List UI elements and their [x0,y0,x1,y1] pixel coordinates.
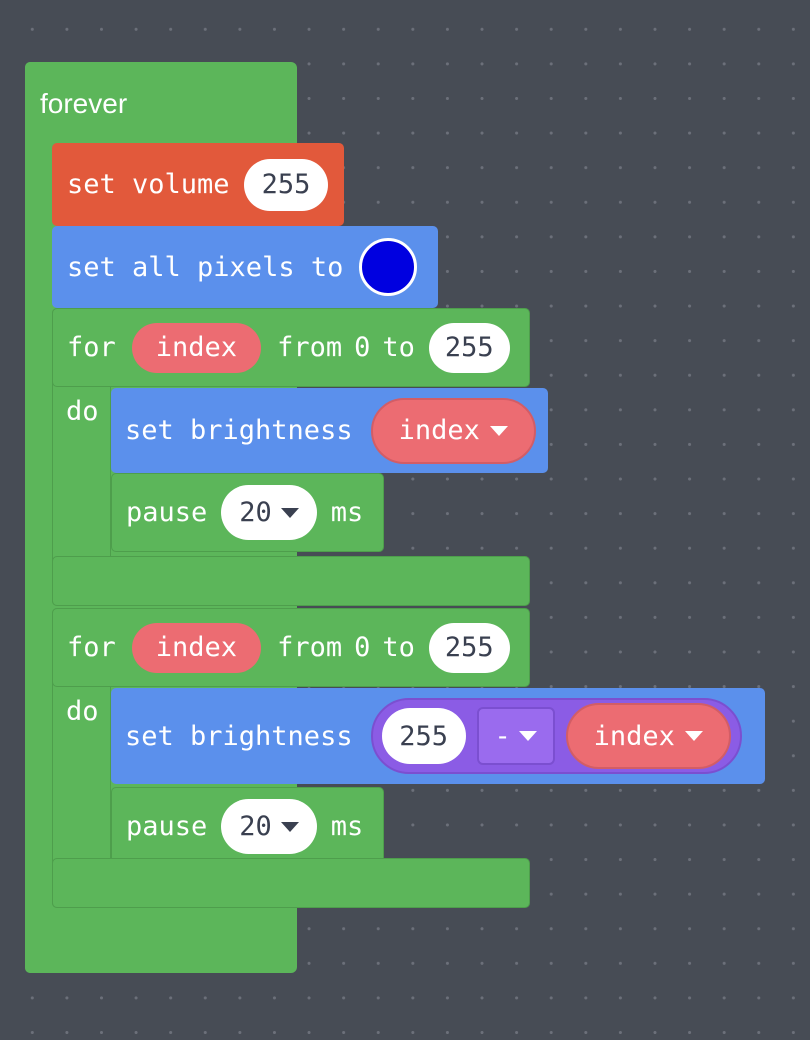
color-swatch-field[interactable] [359,238,418,296]
pause-value-text-2: 20 [239,811,272,842]
operator-symbol-dropdown[interactable]: - [476,707,555,765]
forever-label: forever [40,88,128,119]
forever-block-spine [25,62,53,973]
for-loop-1-from-value: 0 [354,332,371,363]
from-keyword-label: from [277,632,343,663]
to-keyword-label: to [382,332,415,363]
blocks-workspace[interactable]: forever set volume 255 set all pixels to… [0,0,810,1040]
chevron-down-icon [518,731,537,741]
set-brightness-block-1[interactable]: set brightness index [111,388,548,473]
operator-right-variable-text: index [593,720,675,752]
subtract-operator-block[interactable]: 255 - index [370,698,742,774]
set-volume-block[interactable]: set volume 255 [52,143,344,226]
pause-unit-label-2: ms [330,811,364,842]
pause-block-1[interactable]: pause 20 ms [111,473,384,552]
from-keyword-label: from [277,332,343,363]
pause-label-1: pause [126,497,208,528]
chevron-down-icon [280,821,299,832]
pause-value-field-1[interactable]: 20 [221,485,317,540]
chevron-down-icon [280,507,299,518]
to-keyword-label: to [382,632,415,663]
for-loop-2-header[interactable]: for index from 0 to 255 [52,608,530,687]
for-loop-2-footer [52,858,530,908]
set-all-pixels-label: set all pixels to [67,251,344,283]
for-loop-2-do-label: do [66,696,99,727]
for-loop-1-to-value-field[interactable]: 255 [428,322,510,373]
set-brightness-block-2[interactable]: set brightness 255 - index [111,688,765,784]
chevron-down-icon [489,425,508,436]
operator-left-value-field[interactable]: 255 [381,708,466,764]
pause-block-2[interactable]: pause 20 ms [111,787,384,866]
pause-value-text-1: 20 [239,497,272,528]
operator-right-variable-field[interactable]: index [565,703,731,769]
for-loop-1-do-label: do [66,396,99,427]
set-all-pixels-block[interactable]: set all pixels to [52,226,438,308]
pause-value-field-2[interactable]: 20 [221,799,317,854]
for-loop-2-from-value: 0 [354,632,371,663]
chevron-down-icon [684,731,703,741]
set-brightness-label-2: set brightness [125,720,353,752]
brightness-variable-field-1[interactable]: index [370,397,536,464]
brightness-variable-text-1: index [398,415,480,446]
for-loop-2-variable-field[interactable]: index [131,622,262,673]
for-loop-1-footer [52,556,530,606]
operator-symbol-text: - [494,720,511,752]
pause-label-2: pause [126,811,208,842]
pause-unit-label-1: ms [330,497,364,528]
set-volume-label: set volume [67,169,230,200]
for-keyword-label: for [67,332,116,363]
set-volume-value-field[interactable]: 255 [243,158,329,211]
for-loop-2-to-value-field[interactable]: 255 [428,622,510,673]
for-loop-1-header[interactable]: for index from 0 to 255 [52,308,530,387]
for-keyword-label: for [67,632,116,663]
set-brightness-label-1: set brightness [125,415,353,446]
for-loop-1-variable-field[interactable]: index [131,322,262,373]
